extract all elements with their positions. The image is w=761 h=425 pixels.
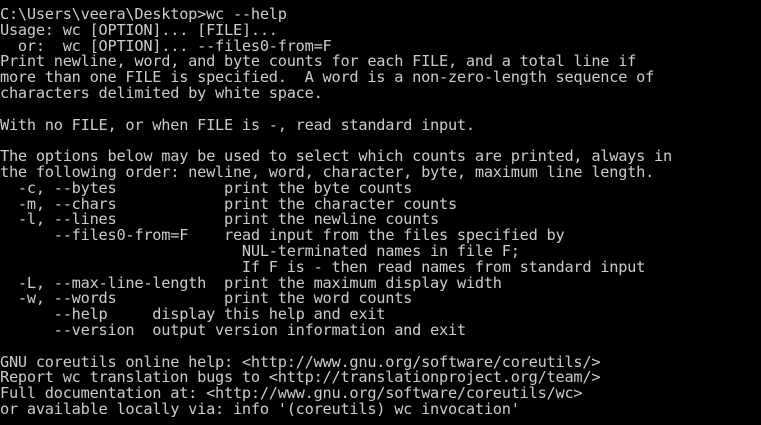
output-line: characters delimited by white space. — [0, 83, 323, 102]
output-line: --version output version information and… — [0, 320, 466, 339]
console-window[interactable]: C:\Users\veera\Desktop>wc --help Usage: w… — [0, 0, 761, 425]
output-line: or available locally via: info '(coreuti… — [0, 399, 520, 418]
terminal-output[interactable]: C:\Users\veera\Desktop>wc --help Usage: w… — [0, 6, 761, 418]
output-line: With no FILE, or when FILE is -, read st… — [0, 115, 475, 134]
